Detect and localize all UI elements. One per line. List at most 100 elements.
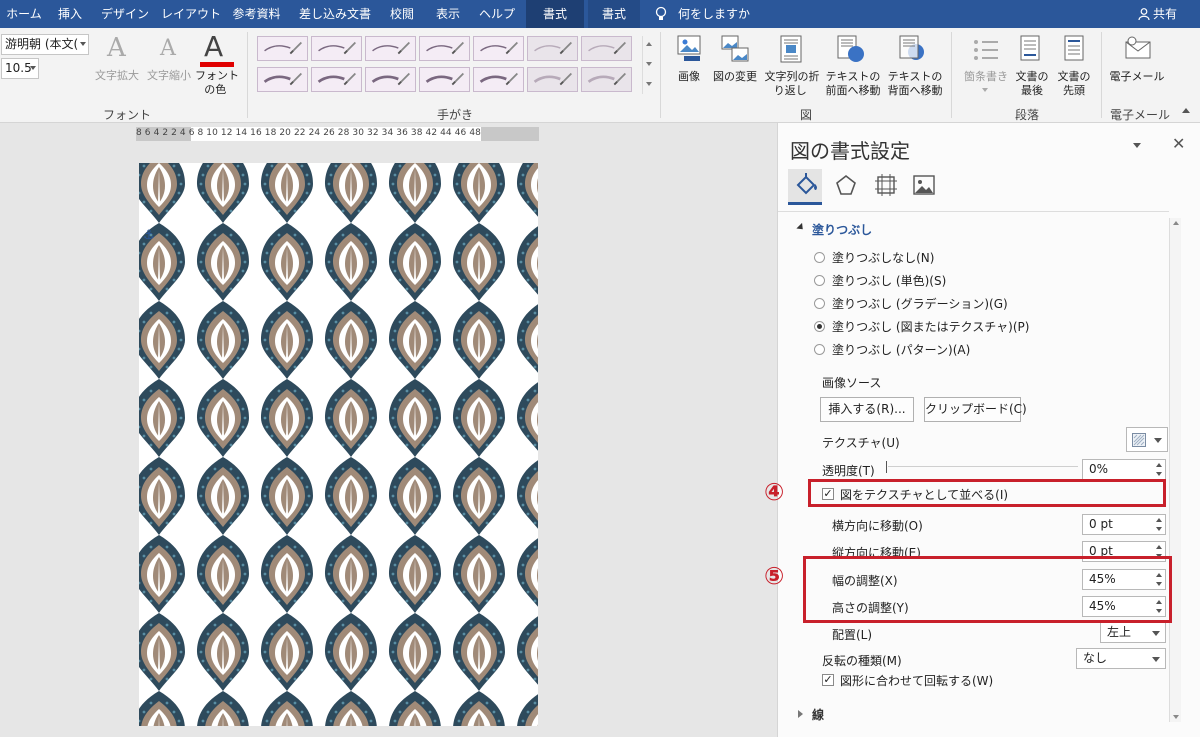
email-group-label: 電子メール — [1110, 108, 1171, 122]
anchor-icon[interactable]: ⚓ — [143, 228, 155, 243]
layout-properties-tab-icon[interactable] — [872, 171, 900, 199]
font-color-swatch — [200, 62, 234, 67]
ruler-margin-right — [481, 127, 539, 141]
font-size-combo[interactable]: 10.5 — [1, 58, 39, 79]
annotation-marker-5: ⑤ — [764, 562, 785, 590]
chevron-down-icon — [80, 42, 86, 46]
transparency-value: 0% — [1089, 462, 1109, 476]
ruler-labels: 8 6 4 2 2 4 6 8 10 12 14 16 18 20 22 24 … — [136, 128, 481, 138]
move-to-end-button[interactable]: 文書の 最後 — [1012, 70, 1052, 98]
line-section-header[interactable]: 線 — [812, 706, 824, 723]
picture-button[interactable]: 画像 — [672, 70, 706, 84]
chevron-down-icon — [1152, 631, 1160, 636]
scroll-down-icon[interactable] — [1173, 715, 1179, 719]
tab-design[interactable]: デザイン — [99, 0, 151, 28]
pen-style-7[interactable] — [581, 36, 632, 61]
pen-style-8[interactable] — [257, 67, 308, 92]
fill-line-tab-icon[interactable] — [792, 171, 820, 199]
horizontal-ruler[interactable]: 8 6 4 2 2 4 6 8 10 12 14 16 18 20 22 24 … — [136, 127, 539, 141]
transparency-slider-thumb[interactable] — [886, 461, 887, 473]
pane-scrollbar[interactable] — [1169, 218, 1181, 722]
pane-options-dropdown[interactable] — [1133, 143, 1141, 148]
shrink-font-button[interactable]: 文字縮小 — [144, 69, 194, 83]
grow-font-icon: A — [107, 33, 126, 63]
radio-label-solid-fill: 塗りつぶし (単色)(S) — [832, 274, 947, 288]
wrap-text-button[interactable]: 文字列の折 り返し — [762, 70, 822, 98]
radio-label-pattern-fill: 塗りつぶし (パターン)(A) — [832, 343, 971, 357]
tab-references[interactable]: 参考資料 — [229, 0, 284, 28]
collapse-ribbon-icon[interactable] — [1182, 108, 1190, 113]
font-group-label: フォント — [103, 108, 152, 122]
chevron-down-icon — [1152, 657, 1160, 662]
tab-home[interactable]: ホーム — [2, 0, 46, 28]
tab-review[interactable]: 校閲 — [386, 0, 418, 28]
tab-view[interactable]: 表示 — [430, 0, 466, 28]
tab-mailings[interactable]: 差し込み文書 — [295, 0, 375, 28]
tab-layout[interactable]: レイアウト — [160, 0, 222, 28]
picture-tab-icon[interactable] — [910, 171, 938, 199]
change-picture-button[interactable]: 図の変更 — [710, 70, 760, 84]
group-divider — [247, 32, 248, 118]
rotate-with-shape-label: 図形に合わせて回転する(W) — [840, 674, 994, 688]
font-name-combo[interactable]: 游明朝 (本文( — [1, 34, 89, 55]
close-icon[interactable]: ✕ — [1172, 134, 1185, 153]
pen-style-1[interactable] — [257, 36, 308, 61]
picture-source-label: 画像ソース — [822, 376, 882, 390]
document-page[interactable] — [139, 163, 538, 726]
pen-style-13[interactable] — [527, 67, 578, 92]
ribbon-tab-bar: ホーム 挿入 デザイン レイアウト 参考資料 差し込み文書 校閲 表示 ヘルプ … — [0, 0, 1200, 28]
radio-no-fill[interactable] — [814, 252, 825, 263]
gallery-scroll[interactable] — [642, 36, 654, 94]
pen-style-3[interactable] — [365, 36, 416, 61]
texture-label: テクスチャ(U) — [822, 436, 900, 450]
send-backward-button[interactable]: テキストの 背面へ移動 — [884, 70, 946, 98]
move-to-start-button[interactable]: 文書の 先頭 — [1054, 70, 1094, 98]
format-picture-pane: 図の書式設定 ✕ 塗りつぶし 塗りつぶしなし(N) 塗りつぶし (単色)(S) … — [777, 123, 1200, 737]
effects-tab-icon[interactable] — [832, 171, 860, 199]
tell-me-box[interactable]: 何をしますか — [678, 0, 750, 28]
pen-style-12[interactable] — [473, 67, 524, 92]
bring-forward-button[interactable]: テキストの 前面へ移動 — [822, 70, 884, 98]
tab-format-1[interactable]: 書式 — [526, 0, 584, 28]
tab-format-2[interactable]: 書式 — [588, 0, 640, 28]
radio-label-no-fill: 塗りつぶしなし(N) — [832, 251, 935, 265]
rotate-with-shape-checkbox[interactable]: ✓ — [822, 674, 834, 686]
insert-button[interactable]: 挿入する(R)... — [820, 397, 914, 422]
bullets-button[interactable]: 箇条書き — [960, 70, 1012, 84]
section-collapsed-icon — [798, 710, 803, 718]
pen-style-5[interactable] — [473, 36, 524, 61]
clipboard-button[interactable]: クリップボード(C) — [924, 397, 1027, 422]
spinner-arrows-icon[interactable] — [1156, 517, 1162, 532]
share-button[interactable]: 共有 — [1153, 0, 1177, 28]
offset-x-input[interactable]: 0 pt — [1082, 514, 1166, 535]
radio-pattern-fill[interactable] — [814, 344, 825, 355]
pen-style-11[interactable] — [419, 67, 470, 92]
radio-picture-texture-fill[interactable] — [814, 321, 825, 332]
texture-picker[interactable] — [1126, 427, 1168, 452]
font-color-button[interactable]: フォント の色 — [194, 69, 240, 97]
pen-style-6[interactable] — [527, 36, 578, 61]
pen-style-2[interactable] — [311, 36, 362, 61]
tab-help[interactable]: ヘルプ — [476, 0, 518, 28]
spinner-arrows-icon[interactable] — [1156, 462, 1162, 477]
pen-style-14[interactable] — [581, 67, 632, 92]
email-button[interactable]: 電子メール — [1108, 70, 1166, 84]
pens-group-label: 手がき — [437, 108, 474, 122]
radio-solid-fill[interactable] — [814, 275, 825, 286]
grow-font-button[interactable]: 文字拡大 — [92, 69, 142, 83]
tab-insert[interactable]: 挿入 — [52, 0, 88, 28]
mirror-type-dropdown[interactable]: なし — [1076, 648, 1166, 669]
radio-label-gradient-fill: 塗りつぶし (グラデーション)(G) — [832, 297, 1008, 311]
transparency-input[interactable]: 0% — [1082, 459, 1166, 480]
pen-style-4[interactable] — [419, 36, 470, 61]
transparency-slider-track[interactable] — [888, 466, 1078, 467]
transparency-label: 透明度(T) — [822, 464, 875, 478]
texture-pattern — [139, 163, 538, 726]
pen-style-9[interactable] — [311, 67, 362, 92]
pen-style-10[interactable] — [365, 67, 416, 92]
fill-section-header[interactable]: 塗りつぶし — [812, 221, 872, 238]
radio-gradient-fill[interactable] — [814, 298, 825, 309]
font-color-icon: A — [204, 30, 224, 63]
scroll-up-icon[interactable] — [1173, 221, 1179, 225]
alignment-dropdown[interactable]: 左上 — [1100, 622, 1166, 643]
